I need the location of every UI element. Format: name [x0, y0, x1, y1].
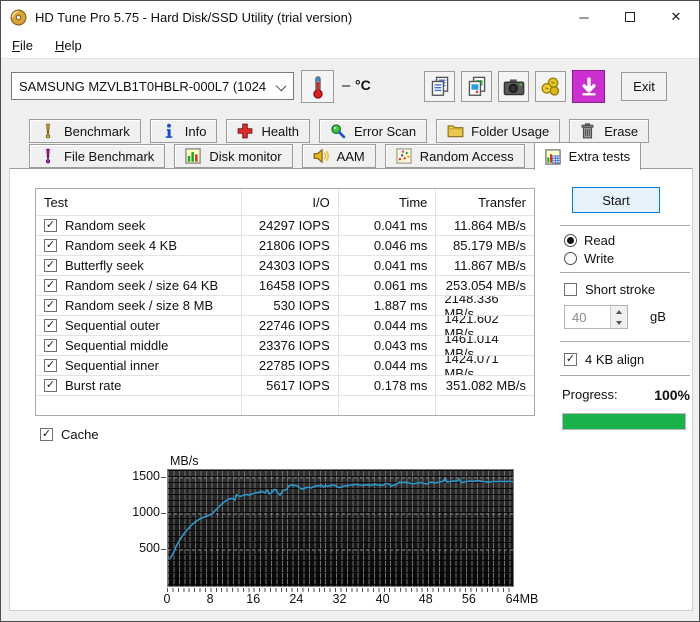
tab-aam[interactable]: AAM — [302, 144, 376, 168]
title-bar: HD Tune Pro 5.75 - Hard Disk/SSD Utility… — [1, 1, 699, 33]
screenshot-button[interactable] — [498, 71, 529, 102]
minimize-icon: ─ — [579, 10, 588, 25]
health-cross-icon — [237, 123, 254, 139]
copy-image-icon — [466, 76, 488, 98]
tab-label: Disk monitor — [209, 149, 281, 164]
y-tick-mark — [161, 477, 166, 478]
bar-chart-icon — [185, 148, 202, 164]
temperature-button[interactable] — [301, 70, 334, 103]
tab-disk-monitor[interactable]: Disk monitor — [174, 144, 292, 168]
x-tick-label: 64MB — [492, 592, 552, 606]
coins-button[interactable] — [535, 71, 566, 102]
temperature-value: – — [342, 77, 350, 94]
tab-label: Random Access — [420, 149, 514, 164]
y-axis-unit-label: MB/s — [170, 454, 198, 468]
menu-file-accel: F — [12, 38, 20, 53]
x-tick-label: 56 — [439, 592, 499, 606]
y-tick-mark — [161, 513, 166, 514]
camera-icon — [503, 77, 525, 97]
maximize-icon — [625, 12, 635, 22]
copy-text-icon — [429, 76, 451, 98]
tab-error-scan[interactable]: Error Scan — [319, 119, 427, 143]
folder-icon — [447, 123, 464, 139]
menu-bar: File Help — [1, 33, 699, 59]
tab-extra-tests[interactable]: Extra tests — [534, 142, 641, 170]
tab-row-1: Benchmark Info Health Error Scan Folder Usag… — [29, 119, 658, 143]
tab-label: Extra tests — [569, 149, 630, 164]
chevron-down-icon — [276, 81, 287, 92]
drive-select-value: SAMSUNG MZVLB1T0HBLR-000L7 (1024 — [19, 79, 266, 94]
extra-tests-panel: TestI/OTimeTransfer✓Random seek24297 IOP… — [9, 168, 693, 611]
tab-info[interactable]: Info — [150, 119, 218, 143]
menu-help-rest: elp — [64, 38, 81, 53]
tab-row-2: File Benchmark Disk monitor AAM Random Acce… — [29, 144, 650, 170]
tab-random-access[interactable]: Random Access — [385, 144, 525, 168]
trash-icon — [580, 123, 597, 139]
maximize-button[interactable] — [607, 1, 653, 33]
menu-help[interactable]: Help — [44, 34, 93, 57]
window-bottom-strip — [1, 611, 699, 622]
copy-image-button[interactable] — [461, 71, 492, 102]
tab-label: Error Scan — [354, 124, 416, 139]
close-button[interactable]: ✕ — [653, 1, 699, 33]
coins-icon — [540, 76, 562, 98]
toolbar: SAMSUNG MZVLB1T0HBLR-000L7 (1024 – °C Ex… — [1, 59, 699, 117]
download-icon — [579, 77, 599, 97]
tab-label: Erase — [604, 124, 638, 139]
extra-tests-icon — [545, 149, 562, 165]
chart-plot-area — [167, 469, 514, 587]
tab-label: File Benchmark — [64, 149, 154, 164]
tab-label: Info — [185, 124, 207, 139]
tab-benchmark[interactable]: Benchmark — [29, 119, 141, 143]
minimize-button[interactable]: ─ — [561, 1, 607, 33]
speaker-icon — [313, 148, 330, 164]
app-window: HD Tune Pro 5.75 - Hard Disk/SSD Utility… — [0, 0, 700, 622]
close-icon: ✕ — [671, 9, 682, 25]
tab-folder-usage[interactable]: Folder Usage — [436, 119, 560, 143]
speed-chart: MB/s 150010005000816243240485664MB — [10, 169, 694, 612]
menu-file[interactable]: File — [1, 34, 44, 57]
tab-health[interactable]: Health — [226, 119, 310, 143]
copy-text-button[interactable] — [424, 71, 455, 102]
window-title: HD Tune Pro 5.75 - Hard Disk/SSD Utility… — [35, 10, 352, 25]
info-icon — [161, 123, 178, 139]
y-tick-label: 1500 — [112, 469, 160, 483]
exclamation-magenta-icon — [40, 148, 57, 164]
exit-button[interactable]: Exit — [621, 72, 667, 101]
tab-erase[interactable]: Erase — [569, 119, 649, 143]
drive-select[interactable]: SAMSUNG MZVLB1T0HBLR-000L7 (1024 — [11, 72, 294, 100]
thermometer-icon — [309, 75, 327, 99]
magnifier-icon — [330, 123, 347, 139]
menu-file-rest: ile — [20, 38, 33, 53]
y-tick-label: 500 — [112, 541, 160, 555]
exclamation-yellow-icon — [40, 123, 57, 139]
menu-help-accel: H — [55, 38, 64, 53]
y-tick-label: 1000 — [112, 505, 160, 519]
tab-label: Folder Usage — [471, 124, 549, 139]
hdtune-disk-icon — [10, 9, 27, 26]
tab-label: AAM — [337, 149, 365, 164]
tab-label: Benchmark — [64, 124, 130, 139]
y-tick-mark — [161, 549, 166, 550]
save-results-button[interactable] — [572, 70, 605, 103]
tab-label: Health — [261, 124, 299, 139]
scatter-icon — [396, 148, 413, 164]
tab-file-benchmark[interactable]: File Benchmark — [29, 144, 165, 168]
temperature-unit: °C — [355, 77, 371, 93]
